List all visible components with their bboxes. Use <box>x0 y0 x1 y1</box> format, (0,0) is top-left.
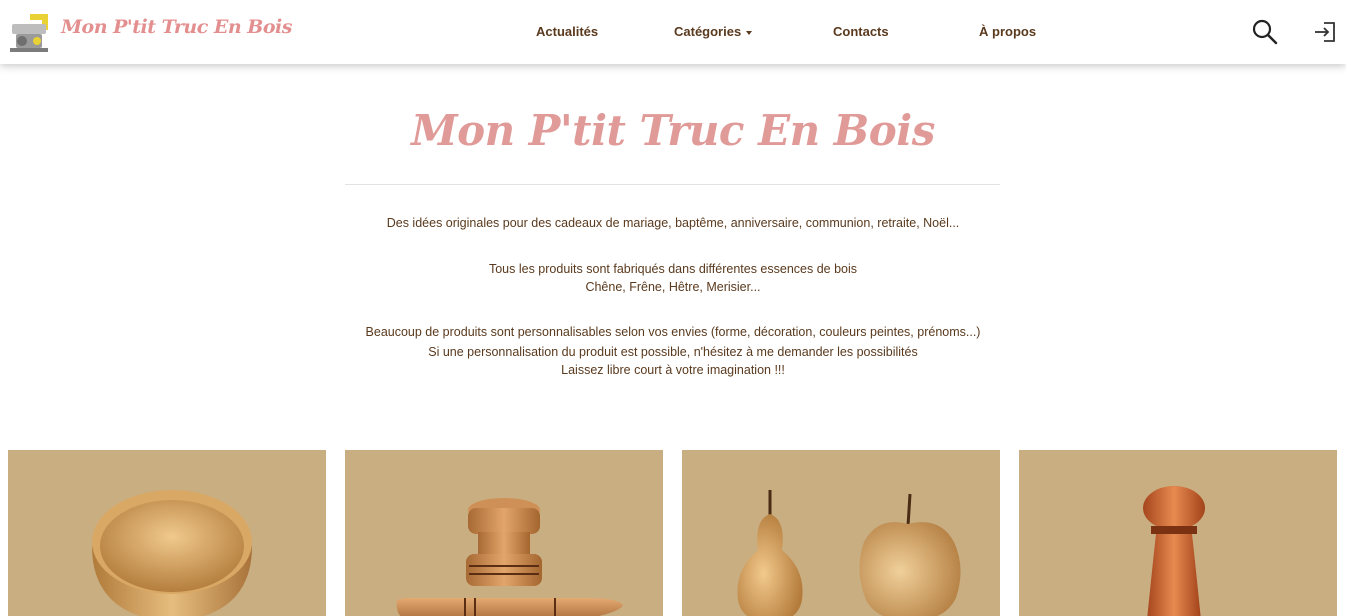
intro-line-imagination: Laissez libre court à votre imagination … <box>561 363 785 377</box>
intro-line-occasions: Des idées originales pour des cadeaux de… <box>386 216 960 230</box>
page-title: Mon P'tit Truc En Bois <box>411 106 935 155</box>
intro-line-wood-types: Chêne, Frêne, Hêtre, Merisier... <box>585 280 761 294</box>
product-card-stamp[interactable] <box>345 450 663 616</box>
intro-line-materials: Tous les produits sont fabriqués dans di… <box>488 262 858 276</box>
wooden-stamp-and-rolling-pin-image <box>396 498 623 616</box>
wooden-pepper-mill-image <box>1143 486 1205 616</box>
product-card-bowl[interactable] <box>8 450 326 616</box>
nav-item-categories[interactable]: Catégories <box>674 24 753 39</box>
wooden-bowl-image <box>92 490 252 616</box>
product-card-pepper-mill[interactable] <box>1019 450 1337 616</box>
brand-name[interactable]: Mon P'tit Truc En Bois <box>61 16 292 38</box>
nav-item-a-propos[interactable]: À propos <box>979 24 1036 39</box>
nav-item-categories-label: Catégories <box>674 24 742 39</box>
top-navbar: Mon P'tit Truc En Bois Actualités Catégo… <box>0 0 1346 64</box>
title-divider <box>345 184 1000 185</box>
chevron-down-icon <box>746 30 753 35</box>
login-icon[interactable] <box>1311 18 1339 46</box>
logo-icon[interactable] <box>10 12 50 54</box>
nav-item-contacts[interactable]: Contacts <box>833 24 889 39</box>
wooden-pear-and-apple-image <box>737 490 961 616</box>
intro-line-customization: Beaucoup de produits sont personnalisabl… <box>365 325 981 339</box>
intro-line-ask: Si une personnalisation du produit est p… <box>428 345 918 359</box>
nav-item-actualites[interactable]: Actualités <box>536 24 598 39</box>
search-icon[interactable] <box>1251 18 1279 46</box>
product-card-fruits[interactable] <box>682 450 1000 616</box>
